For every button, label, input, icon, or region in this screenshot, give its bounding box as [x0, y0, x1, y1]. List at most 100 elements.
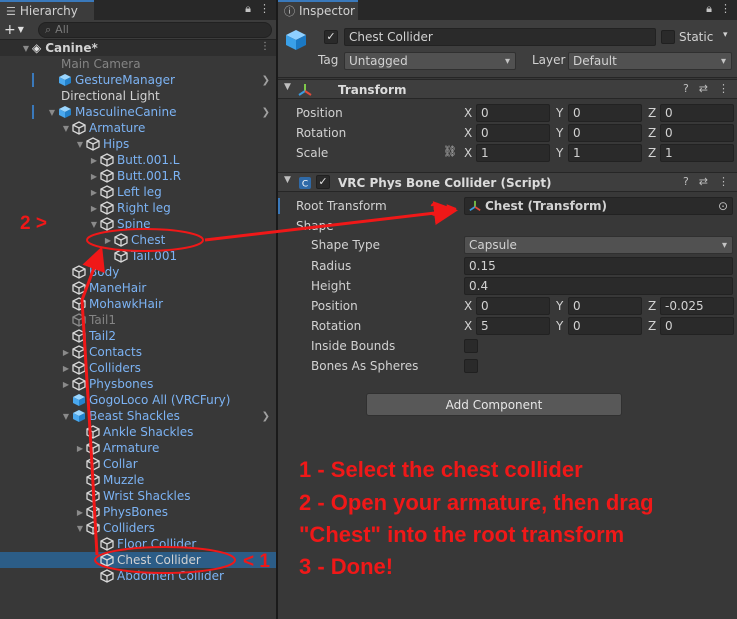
rotation-z-field[interactable]: 0 [660, 124, 734, 142]
hierarchy-row[interactable]: Abdomen Collider [0, 568, 276, 584]
tab-inspector[interactable]: ⓘ Inspector [278, 0, 358, 20]
fold-arrow-icon[interactable]: ▶ [88, 156, 100, 165]
hierarchy-row[interactable]: Ankle Shackles [0, 424, 276, 440]
rotation-y-field[interactable]: 0 [568, 124, 642, 142]
chevron-right-icon[interactable]: ❯ [262, 107, 270, 118]
scale-y-field[interactable]: 1 [568, 144, 642, 162]
fold-arrow-icon[interactable]: ▶ [88, 188, 100, 197]
scale-x-field[interactable]: 1 [476, 144, 550, 162]
fold-arrow-icon[interactable]: ▼ [284, 175, 291, 185]
radius-field[interactable]: 0.15 [464, 257, 733, 275]
object-picker-icon[interactable]: ⊙ [718, 199, 728, 213]
hierarchy-row[interactable]: ▼ Beast Shackles ❯ [0, 408, 276, 424]
tag-dropdown[interactable]: Untagged [344, 52, 516, 70]
preset-icon[interactable]: ⇄ [699, 82, 708, 95]
add-component-button[interactable]: Add Component [366, 393, 622, 416]
bones-as-spheres-checkbox[interactable] [464, 359, 478, 373]
hierarchy-row[interactable]: Collar [0, 456, 276, 472]
collider-enabled-checkbox[interactable]: ✓ [316, 175, 330, 189]
hierarchy-row[interactable]: Body [0, 264, 276, 280]
fold-arrow-icon[interactable]: ▼ [88, 220, 100, 229]
layer-dropdown[interactable]: Default [568, 52, 732, 70]
hierarchy-row[interactable]: Floor Collider [0, 536, 276, 552]
chevron-right-icon[interactable]: ❯ [262, 411, 270, 422]
fold-arrow-icon[interactable]: ▼ [60, 412, 72, 421]
root-transform-field[interactable]: Chest (Transform) ⊙ [464, 197, 733, 215]
help-icon[interactable]: ? [683, 82, 689, 95]
height-field[interactable]: 0.4 [464, 277, 733, 295]
position-y-field[interactable]: 0 [568, 104, 642, 122]
fold-arrow-icon[interactable]: ▶ [60, 364, 72, 373]
position-x-field[interactable]: 0 [476, 104, 550, 122]
scene-menu-dots-icon[interactable]: ⋮ [260, 41, 270, 52]
static-checkbox[interactable] [661, 30, 675, 44]
hierarchy-row[interactable]: Directional Light [0, 88, 276, 104]
hierarchy-row[interactable]: ▼ Armature [0, 120, 276, 136]
collider-rotation-z-field[interactable]: 0 [660, 317, 734, 335]
hierarchy-row[interactable]: ▼ Hips [0, 136, 276, 152]
transform-header[interactable]: ▼ Transform ? ⇄ ⋮ [278, 79, 737, 99]
fold-arrow-icon[interactable]: ▼ [60, 124, 72, 133]
scale-z-field[interactable]: 1 [660, 144, 734, 162]
chevron-right-icon[interactable]: ❯ [262, 75, 270, 86]
fold-arrow-icon[interactable]: ▼ [284, 82, 291, 92]
hierarchy-search-input[interactable]: ⌕ All [38, 21, 272, 38]
hierarchy-row[interactable]: ▶ Colliders [0, 360, 276, 376]
fold-arrow-icon[interactable]: ▶ [60, 348, 72, 357]
hierarchy-row[interactable]: Main Camera [0, 56, 276, 72]
hierarchy-row[interactable]: ▶ Physbones [0, 376, 276, 392]
hierarchy-row[interactable]: ▶ PhysBones [0, 504, 276, 520]
hierarchy-row[interactable]: ▼ Colliders [0, 520, 276, 536]
static-dropdown-arrow-icon[interactable]: ▾ [723, 30, 728, 40]
shape-type-dropdown[interactable]: Capsule [464, 236, 733, 254]
inside-bounds-checkbox[interactable] [464, 339, 478, 353]
preset-icon[interactable]: ⇄ [699, 175, 708, 188]
hierarchy-row[interactable]: ▶ Armature [0, 440, 276, 456]
fold-arrow-icon[interactable]: ▼ [20, 44, 32, 53]
hierarchy-row[interactable]: GestureManager ❯ [0, 72, 276, 88]
collider-header[interactable]: ▼ C ✓ VRC Phys Bone Collider (Script) ? … [278, 172, 737, 192]
fold-arrow-icon[interactable]: ▼ [74, 140, 86, 149]
collider-position-z-field[interactable]: -0.025 [660, 297, 734, 315]
rotation-x-field[interactable]: 0 [476, 124, 550, 142]
fold-arrow-icon[interactable]: ▼ [74, 524, 86, 533]
hierarchy-row[interactable]: Chest Collider [0, 552, 276, 568]
collider-rotation-y-field[interactable]: 0 [568, 317, 642, 335]
hierarchy-row[interactable]: ▶ Contacts [0, 344, 276, 360]
collider-position-x-field[interactable]: 0 [476, 297, 550, 315]
tab-hierarchy[interactable]: ☰ Hierarchy [0, 0, 94, 20]
object-name-field[interactable]: Chest Collider [344, 28, 656, 46]
hierarchy-row[interactable]: MohawkHair [0, 296, 276, 312]
fold-arrow-icon[interactable]: ▶ [88, 172, 100, 181]
lock-icon[interactable]: 🔒︎ [706, 2, 712, 16]
fold-arrow-icon[interactable]: ▶ [60, 380, 72, 389]
menu-dots-icon[interactable]: ⋮ [259, 2, 270, 16]
hierarchy-row[interactable]: ▶ Butt.001.R [0, 168, 276, 184]
fold-arrow-icon[interactable]: ▶ [74, 508, 86, 517]
hierarchy-row[interactable]: Tail.001 [0, 248, 276, 264]
menu-dots-icon[interactable]: ⋮ [720, 2, 731, 16]
help-icon[interactable]: ? [683, 175, 689, 188]
scene-row[interactable]: ▼ ◈ Canine* ⋮ [0, 40, 276, 56]
hierarchy-row[interactable]: ▶ Butt.001.L [0, 152, 276, 168]
fold-arrow-icon[interactable]: ▶ [102, 236, 114, 245]
hierarchy-row[interactable]: ▼ MasculineCanine ❯ [0, 104, 276, 120]
fold-arrow-icon[interactable]: ▼ [46, 108, 58, 117]
lock-icon[interactable]: 🔒︎ [245, 2, 251, 16]
hierarchy-row[interactable]: Muzzle [0, 472, 276, 488]
hierarchy-row[interactable]: ▶ Left leg [0, 184, 276, 200]
menu-dots-icon[interactable]: ⋮ [718, 82, 729, 95]
collider-position-y-field[interactable]: 0 [568, 297, 642, 315]
add-object-button[interactable]: + ▼ [4, 22, 34, 38]
fold-arrow-icon[interactable]: ▶ [88, 204, 100, 213]
active-checkbox[interactable]: ✓ [324, 30, 338, 44]
link-icon[interactable]: ⛓ [443, 145, 457, 158]
collider-rotation-x-field[interactable]: 5 [476, 317, 550, 335]
hierarchy-row[interactable]: Tail1 [0, 312, 276, 328]
hierarchy-row[interactable]: GogoLoco All (VRCFury) [0, 392, 276, 408]
position-z-field[interactable]: 0 [660, 104, 734, 122]
fold-arrow-icon[interactable]: ▶ [74, 444, 86, 453]
hierarchy-row[interactable]: ManeHair [0, 280, 276, 296]
hierarchy-row[interactable]: Tail2 [0, 328, 276, 344]
menu-dots-icon[interactable]: ⋮ [718, 175, 729, 188]
